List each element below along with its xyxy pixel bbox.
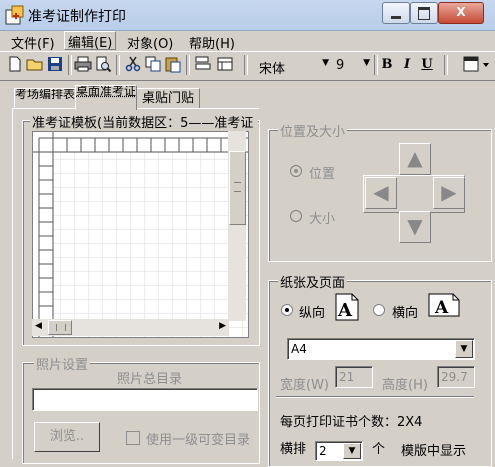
divider (276, 396, 474, 398)
scrollbar-thumb[interactable] (229, 151, 246, 225)
paper-size-select[interactable]: A4 ▼ (287, 338, 475, 360)
rows-select[interactable]: 2 ▼ (315, 441, 363, 461)
size-radio[interactable] (290, 210, 302, 222)
tab-desk-labels[interactable]: 桌贴门贴 (136, 88, 200, 109)
template-vertical-scrollbar[interactable] (228, 131, 246, 321)
paper-size-value: A4 (291, 342, 307, 356)
tab-label: 桌贴门贴 (141, 91, 194, 106)
position-radio[interactable] (290, 165, 302, 177)
height-input[interactable]: 29.7 (437, 366, 475, 388)
portrait-page-icon: A (335, 293, 359, 321)
photo-dir-label: 照片总目录 (117, 372, 183, 387)
tab-label: 桌面准考证 (76, 85, 137, 98)
landscape-radio[interactable] (373, 304, 385, 316)
close-button[interactable]: X (438, 2, 484, 24)
chevron-down-icon: ▼ (322, 58, 329, 68)
svg-text:A: A (337, 300, 353, 321)
template-show-label: 模版中显示 (401, 444, 467, 459)
width-label: 宽度(W) (280, 378, 329, 393)
browse-button[interactable]: 浏览.. (34, 422, 100, 452)
window-title: 准考证制作打印 (28, 9, 126, 25)
menu-object[interactable]: 对象(O) (124, 33, 176, 52)
title-bar: 准考证制作打印 X (0, 0, 495, 31)
template-group-title: 准考证模板(当前数据区：5——准考证 (30, 112, 258, 131)
cut-icon[interactable] (124, 55, 142, 73)
portrait-radio[interactable] (281, 304, 293, 316)
menu-edit[interactable]: 编辑(E) (64, 31, 117, 51)
svg-text:A: A (434, 298, 449, 317)
font-name-select[interactable]: 宋体 ▼ (254, 55, 332, 78)
portrait-label: 纵向 (299, 306, 326, 321)
template-horizontal-scrollbar[interactable]: ◀ ▶ (32, 319, 229, 336)
position-label: 位置 (309, 167, 336, 182)
font-size-value: 9 (336, 58, 345, 73)
use-subdir-checkbox[interactable] (126, 431, 140, 445)
scrollbar-thumb[interactable] (48, 320, 72, 335)
menu-file[interactable]: 文件(F) (8, 33, 58, 52)
width-input[interactable]: 21 (335, 366, 373, 388)
paste-icon[interactable] (164, 55, 182, 73)
maximize-icon (418, 7, 430, 20)
chevron-down-icon: ▼ (363, 58, 370, 68)
print-preview-icon[interactable] (94, 55, 112, 73)
landscape-page-icon: A (428, 293, 460, 317)
arrow-up-icon: ▲ (407, 146, 423, 170)
align-icon[interactable] (194, 55, 212, 73)
menu-help[interactable]: 帮助(H) (186, 33, 238, 52)
copy-icon[interactable] (144, 55, 162, 73)
rows-unit: 个 (372, 442, 386, 457)
app-icon (5, 5, 24, 25)
paper-group-title: 纸张及页面 (278, 272, 348, 291)
close-icon: X (456, 5, 466, 19)
landscape-label: 横向 (392, 306, 419, 321)
save-icon[interactable] (46, 55, 64, 73)
tab-desk-admission[interactable]: 桌面准考证 (75, 85, 137, 110)
layout-icon[interactable] (216, 55, 234, 73)
position-group-title: 位置及大小 (278, 121, 348, 140)
tab-label: 考场编排表 (15, 88, 76, 101)
font-size-select[interactable]: 9 ▼ (331, 55, 373, 78)
rows-label: 横排 (280, 442, 307, 457)
arrow-right-icon: ▶ (441, 180, 457, 204)
maximize-button[interactable] (410, 2, 438, 24)
open-folder-icon[interactable] (26, 55, 44, 73)
tab-exam-arrangement[interactable]: 考场编排表 (14, 88, 76, 109)
italic-button[interactable]: I (398, 56, 416, 74)
width-value: 21 (339, 370, 355, 384)
rows-value: 2 (319, 444, 327, 458)
grid-lines (33, 132, 248, 337)
template-grid[interactable] (32, 131, 249, 338)
underline-button[interactable]: U (418, 56, 436, 74)
height-label: 高度(H) (382, 378, 428, 393)
arrow-up-button[interactable]: ▲ (399, 143, 431, 175)
toolbar: 宋体 ▼ 9 ▼ B I U (0, 51, 495, 81)
photo-dir-input[interactable] (32, 388, 258, 411)
new-file-icon[interactable] (6, 55, 24, 73)
height-value: 29.7 (441, 370, 468, 384)
size-label: 大小 (309, 212, 336, 227)
scroll-right-icon[interactable]: ▶ (219, 321, 226, 331)
print-icon[interactable] (74, 55, 92, 73)
arrow-right-button[interactable]: ▶ (433, 177, 465, 209)
chevron-down-icon[interactable]: ▼ (455, 340, 473, 358)
minimize-button[interactable] (382, 2, 410, 24)
chevron-down-icon[interactable]: ▼ (343, 443, 361, 459)
minimize-icon (391, 16, 401, 19)
photo-group-title: 照片设置 (34, 354, 91, 373)
per-page-label: 每页打印证书个数：2X4 (280, 415, 423, 430)
arrow-left-icon: ◀ (373, 180, 389, 204)
grip-icon (234, 182, 241, 192)
arrow-left-button[interactable]: ◀ (365, 177, 397, 209)
grip-icon (56, 324, 66, 331)
font-name-value: 宋体 (259, 62, 286, 77)
scroll-left-icon[interactable]: ◀ (35, 321, 42, 331)
bold-button[interactable]: B (378, 56, 396, 74)
use-subdir-label: 使用一级可变目录 (146, 433, 251, 448)
display-menu-icon[interactable] (462, 55, 490, 73)
menu-bar: 文件(F) 编辑(E) 对象(O) 帮助(H) (0, 31, 495, 52)
arrow-down-icon: ▼ (407, 214, 423, 238)
arrow-down-button[interactable]: ▼ (399, 211, 431, 243)
